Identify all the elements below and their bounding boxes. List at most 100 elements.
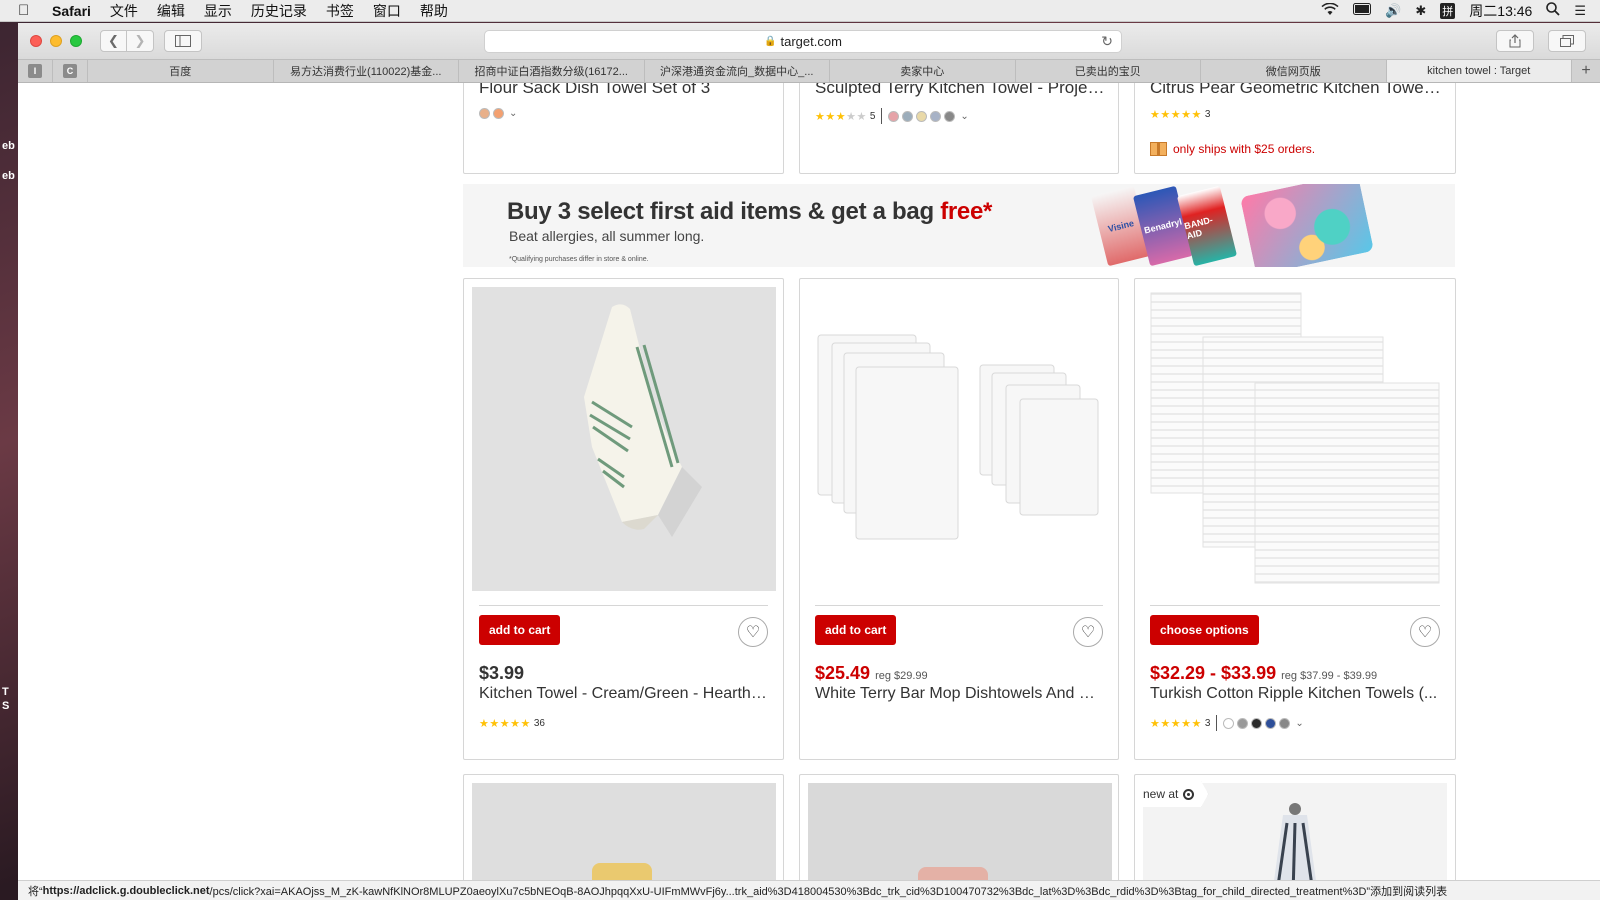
input-method-icon[interactable]: 拼 <box>1440 2 1456 19</box>
close-window-button[interactable] <box>30 35 42 47</box>
apple-menu-icon[interactable]:  <box>18 2 38 19</box>
kitchen-towel-image <box>472 287 776 591</box>
rating-row: ★★★★★ 3 ⌄ <box>1150 715 1304 731</box>
tab-overview-icon <box>1560 35 1574 47</box>
bluetooth-icon[interactable]: ✱ <box>1415 3 1426 19</box>
add-to-cart-button[interactable]: add to cart <box>815 615 897 645</box>
pinned-tab-2[interactable]: C <box>53 60 88 82</box>
swatch[interactable] <box>916 110 928 122</box>
swatch[interactable] <box>1237 717 1249 729</box>
desktop-edge: eb eb T S <box>2 140 15 712</box>
tab-seller-center[interactable]: 卖家中心 <box>830 60 1016 82</box>
menu-edit[interactable]: 编辑 <box>157 1 185 21</box>
menu-bar:  Safari 文件 编辑 显示 历史记录 书签 窗口 帮助 🔊 ✱ 拼 周二… <box>0 0 1600 22</box>
promo-banner[interactable]: Buy 3 select first aid items & get a bag… <box>463 184 1455 267</box>
product-card[interactable]: add to cart ♡ $3.99 Kitchen Towel - Crea… <box>463 278 784 760</box>
tab-hk-connect[interactable]: 沪深港通资金流向_数据中心_... <box>645 60 830 82</box>
tab-bar: I C 百度 易方达消费行业(110022)基金... 招商中证白酒指数分级(1… <box>18 59 1600 83</box>
favorite-heart-icon[interactable]: ♡ <box>738 617 768 647</box>
sidebar-toggle-button[interactable] <box>164 30 202 52</box>
product-image[interactable] <box>1143 287 1447 591</box>
divider <box>881 108 883 124</box>
pinned-tab-1[interactable]: I <box>18 60 53 82</box>
color-swatches: ⌄ <box>479 108 517 119</box>
zoom-window-button[interactable] <box>70 35 82 47</box>
product-card[interactable]: Sculpted Terry Kitchen Towel - Project .… <box>799 83 1119 174</box>
tab-overview-button[interactable] <box>1548 30 1586 52</box>
product-title[interactable]: Kitchen Towel - Cream/Green - Hearth & H… <box>479 685 768 703</box>
menubar-clock[interactable]: 周二13:46 <box>1469 1 1532 21</box>
favorite-heart-icon[interactable]: ♡ <box>1073 617 1103 647</box>
regular-price: reg $29.99 <box>875 670 928 682</box>
product-title[interactable]: Citrus Pear Geometric Kitchen Towel - ..… <box>1150 83 1442 98</box>
volume-icon[interactable]: 🔊 <box>1385 3 1401 19</box>
review-count: 3 <box>1204 109 1211 120</box>
tab-target-kitchen-towel[interactable]: kitchen towel : Target <box>1386 60 1572 82</box>
share-icon <box>1509 34 1521 48</box>
tab-fund-110022[interactable]: 易方达消费行业(110022)基金... <box>274 60 459 82</box>
minimize-window-button[interactable] <box>50 35 62 47</box>
more-swatches-icon[interactable] <box>1279 717 1291 729</box>
menu-window[interactable]: 窗口 <box>373 1 401 21</box>
product-title[interactable]: Sculpted Terry Kitchen Towel - Project .… <box>815 83 1105 98</box>
more-swatches-icon[interactable] <box>944 110 956 122</box>
address-bar-url: target.com <box>780 34 842 49</box>
reload-icon[interactable]: ↻ <box>1101 33 1113 50</box>
swatch[interactable] <box>479 108 490 119</box>
product-image[interactable] <box>808 287 1112 591</box>
chevron-down-icon[interactable]: ⌄ <box>960 111 968 122</box>
rating-row: ★★★★★ 5 ⌄ <box>815 108 969 124</box>
review-count: 5 <box>869 110 876 122</box>
chevron-down-icon[interactable]: ⌄ <box>509 108 517 119</box>
add-to-cart-button[interactable]: add to cart <box>479 615 561 645</box>
product-card[interactable]: Citrus Pear Geometric Kitchen Towel - ..… <box>1134 83 1456 174</box>
page-content: Flour Sack Dish Towel Set of 3 ⌄ Sculpte… <box>18 83 1600 900</box>
price-row: $25.49 reg $29.99 <box>815 663 928 684</box>
menu-help[interactable]: 帮助 <box>420 1 448 21</box>
product-title[interactable]: White Terry Bar Mop Dishtowels And Dishc… <box>815 685 1103 703</box>
address-bar[interactable]: 🔒 target.com ↻ <box>484 30 1122 53</box>
tab-baidu[interactable]: 百度 <box>88 60 274 82</box>
menu-view[interactable]: 显示 <box>204 1 232 21</box>
product-card[interactable]: choose options ♡ $32.29 - $33.99 reg $37… <box>1134 278 1456 760</box>
rating-row: ★★★★★ 36 <box>479 717 545 730</box>
share-button[interactable] <box>1496 30 1534 52</box>
forward-button[interactable]: ❯ <box>127 30 154 52</box>
swatch[interactable] <box>1265 717 1277 729</box>
product-card[interactable]: Flour Sack Dish Towel Set of 3 ⌄ <box>463 83 784 174</box>
browser-toolbar: ❮ ❯ 🔒 target.com ↻ <box>18 23 1600 59</box>
swatch[interactable] <box>930 110 942 122</box>
swatch[interactable] <box>902 110 914 122</box>
swatch[interactable] <box>493 108 504 119</box>
product-title[interactable]: Flour Sack Dish Towel Set of 3 <box>479 83 769 98</box>
new-tab-button[interactable]: + <box>1572 60 1600 82</box>
swatch[interactable] <box>1251 717 1263 729</box>
package-icon <box>1150 142 1167 156</box>
menu-bookmarks[interactable]: 书签 <box>326 1 354 21</box>
tab-fund-baijiu[interactable]: 招商中证白酒指数分级(16172... <box>459 60 645 82</box>
swatch[interactable] <box>1223 717 1235 729</box>
divider <box>815 605 1103 606</box>
product-card[interactable]: add to cart ♡ $25.49 reg $29.99 White Te… <box>799 278 1119 760</box>
sale-price: $32.29 - $33.99 <box>1150 663 1277 683</box>
menu-app-name[interactable]: Safari <box>52 3 91 19</box>
choose-options-button[interactable]: choose options <box>1150 615 1259 645</box>
ripple-towels-image <box>1143 287 1447 591</box>
product-image[interactable] <box>472 287 776 591</box>
spotlight-search-icon[interactable] <box>1546 2 1560 19</box>
product-title[interactable]: Turkish Cotton Ripple Kitchen Towels (..… <box>1150 685 1440 703</box>
divider <box>1216 715 1218 731</box>
chevron-down-icon[interactable]: ⌄ <box>1295 718 1303 729</box>
swatch[interactable] <box>888 110 900 122</box>
favorite-heart-icon[interactable]: ♡ <box>1410 617 1440 647</box>
tab-sold-items[interactable]: 已卖出的宝贝 <box>1016 60 1201 82</box>
target-bullseye-icon <box>1183 788 1195 800</box>
notification-center-icon[interactable]: ☰ <box>1574 3 1586 19</box>
battery-icon[interactable] <box>1353 3 1372 18</box>
new-at-target-badge: new at <box>1135 781 1209 807</box>
tab-wechat-web[interactable]: 微信网页版 <box>1201 60 1387 82</box>
menu-file[interactable]: 文件 <box>110 1 138 21</box>
back-button[interactable]: ❮ <box>100 30 127 52</box>
menu-history[interactable]: 历史记录 <box>251 1 307 21</box>
wifi-icon[interactable] <box>1321 2 1339 19</box>
